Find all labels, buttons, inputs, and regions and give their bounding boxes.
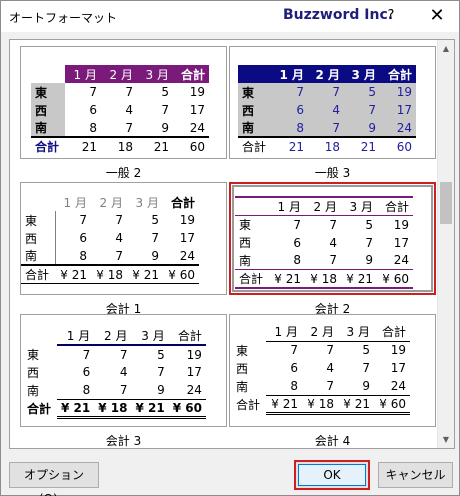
format-preview[interactable]: 1 月 2 月 3 月 合計 東 7 7 5 19 西 6 4 7 17 南 8… (20, 314, 227, 427)
vertical-scrollbar[interactable]: ▲ ▼ (437, 40, 454, 448)
preview-table: 1 月 2 月 3 月 合計 東 7 7 5 19 西 6 4 7 17 南 8… (23, 327, 206, 419)
format-preview[interactable]: 1 月 2 月 3 月 合計 東 7 7 5 19 西 6 4 7 17 南 8… (20, 46, 227, 159)
preview-table: 1 月 2 月 3 月 合計 東 7 7 5 19 西 6 4 7 17 南 8… (235, 196, 413, 289)
format-label: 会計 3 (105, 434, 142, 448)
preview-table: 1 月 2 月 3 月 合計 東 7 7 5 19 西 6 4 7 17 南 8… (21, 193, 199, 284)
preview-table: 1 月 2 月 3 月 合計 東 7 7 5 19 西 6 4 7 17 南 8… (232, 323, 410, 415)
format-list[interactable]: 1 月 2 月 3 月 合計 東 7 7 5 19 西 6 4 7 17 南 8… (9, 39, 455, 449)
format-label: 一般 3 (314, 166, 351, 180)
format-general2[interactable]: 1 月 2 月 3 月 合計 東 7 7 5 19 西 6 4 7 17 南 8… (20, 46, 227, 180)
close-button[interactable]: ✕ (423, 4, 451, 28)
brand-watermark: Buzzword Inc. (283, 7, 394, 23)
scroll-thumb[interactable] (440, 182, 452, 224)
preview-table: 1 月 2 月 3 月 合計 東 7 7 5 19 西 6 4 7 17 南 8… (238, 65, 416, 155)
dialog-title: オートフォーマット (9, 11, 118, 25)
options-button[interactable]: オプション(O)... (9, 462, 99, 496)
scroll-up-icon[interactable]: ▲ (438, 40, 454, 57)
preview-table: 1 月 2 月 3 月 合計 東 7 7 5 19 西 6 4 7 17 南 8… (31, 65, 209, 155)
format-accounting4[interactable]: 1 月 2 月 3 月 合計 東 7 7 5 19 西 6 4 7 17 南 8… (229, 314, 436, 448)
ok-button-label: OK (323, 468, 341, 482)
format-preview[interactable]: 1 月 2 月 3 月 合計 東 7 7 5 19 西 6 4 7 17 南 8… (20, 182, 227, 295)
format-label: 一般 2 (105, 166, 142, 180)
format-accounting1[interactable]: 1 月 2 月 3 月 合計 東 7 7 5 19 西 6 4 7 17 南 8… (20, 182, 227, 316)
scroll-down-icon[interactable]: ▼ (438, 431, 454, 448)
format-preview-selected[interactable]: 1 月 2 月 3 月 合計 東 7 7 5 19 西 6 4 7 17 南 8… (229, 182, 436, 295)
format-general3[interactable]: 1 月 2 月 3 月 合計 東 7 7 5 19 西 6 4 7 17 南 8… (229, 46, 436, 180)
cancel-button[interactable]: キャンセル (378, 462, 453, 488)
autoformat-dialog: オートフォーマット Buzzword Inc. ? ✕ 1 月 2 月 3 月 … (0, 0, 460, 496)
ok-button[interactable]: OK (294, 460, 370, 490)
format-preview[interactable]: 1 月 2 月 3 月 合計 東 7 7 5 19 西 6 4 7 17 南 8… (229, 314, 436, 427)
format-accounting3[interactable]: 1 月 2 月 3 月 合計 東 7 7 5 19 西 6 4 7 17 南 8… (20, 314, 227, 448)
title-bar: オートフォーマット Buzzword Inc. ? ✕ (1, 1, 459, 32)
format-label: 会計 4 (314, 434, 351, 448)
format-accounting2[interactable]: 1 月 2 月 3 月 合計 東 7 7 5 19 西 6 4 7 17 南 8… (229, 182, 436, 316)
format-preview[interactable]: 1 月 2 月 3 月 合計 東 7 7 5 19 西 6 4 7 17 南 8… (229, 46, 436, 159)
help-button[interactable]: ? (379, 5, 403, 27)
